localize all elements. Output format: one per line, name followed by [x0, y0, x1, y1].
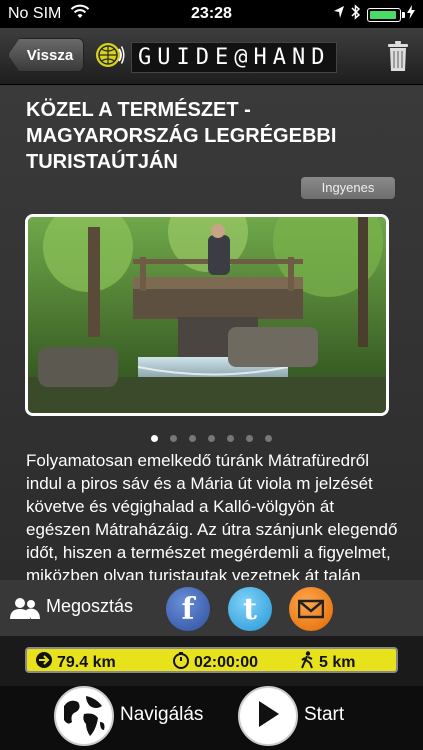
tour-detail-content[interactable]: KÖZEL A TERMÉSZET - MAGYARORSZÁG LEGRÉGE… [0, 85, 423, 580]
duration-value: 02:00:00 [194, 653, 259, 671]
navigation-bar: Vissza GUIDE@HAND [0, 28, 423, 85]
pager-dot[interactable] [208, 435, 215, 442]
back-button[interactable]: Vissza [8, 38, 84, 72]
distance-stat: 79.4 km [35, 651, 116, 674]
walk-stat: 5 km [299, 651, 355, 674]
twitter-icon[interactable]: t [228, 587, 272, 631]
people-icon [10, 596, 40, 625]
pager-dot[interactable] [227, 435, 234, 442]
start-button[interactable] [238, 686, 298, 746]
navigate-button[interactable] [54, 686, 114, 746]
tour-title: KÖZEL A TERMÉSZET - MAGYARORSZÁG LEGRÉGE… [26, 99, 337, 173]
pager-dot[interactable] [170, 435, 177, 442]
stopwatch-icon [172, 651, 190, 674]
globe-icon [56, 689, 112, 744]
price-badge: Ingyenes [301, 177, 395, 199]
tour-stats-bar: 79.4 km 02:00:00 5 km [0, 636, 423, 686]
walker-icon [299, 651, 315, 674]
battery-fill [370, 10, 397, 19]
battery-icon [367, 7, 405, 22]
pager-dot[interactable] [265, 435, 272, 442]
logo-speaker-icon [95, 40, 125, 75]
walk-distance-value: 5 km [319, 653, 356, 671]
email-icon[interactable] [289, 587, 333, 631]
tour-photo[interactable] [25, 214, 389, 416]
pager-dot[interactable] [189, 435, 196, 442]
trash-icon[interactable] [387, 40, 409, 77]
distance-value: 79.4 km [57, 653, 116, 671]
navigate-label[interactable]: Navigálás [120, 704, 203, 726]
forest-waterfall-photo [28, 217, 386, 413]
bottom-action-bar: Navigálás Start [0, 686, 423, 750]
share-bar: Megosztás f t [0, 580, 423, 636]
location-arrow-icon [333, 5, 345, 24]
pager-dot[interactable] [246, 435, 253, 442]
bluetooth-icon [351, 4, 361, 25]
charging-bolt-icon [407, 5, 415, 24]
facebook-icon[interactable]: f [166, 587, 210, 631]
duration-stat: 02:00:00 [172, 651, 258, 674]
tour-stats: 79.4 km 02:00:00 5 km [25, 647, 398, 673]
pager-dot[interactable] [151, 435, 158, 442]
photo-pager[interactable] [0, 429, 423, 447]
status-right-group [333, 4, 415, 25]
arrow-right-circle-icon [35, 651, 53, 674]
share-label: Megosztás [46, 596, 134, 616]
status-bar: No SIM 23:28 [0, 0, 423, 28]
app-logo: GUIDE@HAND [95, 40, 338, 75]
play-icon [255, 699, 281, 734]
start-label[interactable]: Start [304, 704, 344, 726]
logo-text: GUIDE@HAND [131, 42, 338, 73]
tour-description: Folyamatosan emelkedő túránk Mátrafüredr… [26, 451, 398, 580]
